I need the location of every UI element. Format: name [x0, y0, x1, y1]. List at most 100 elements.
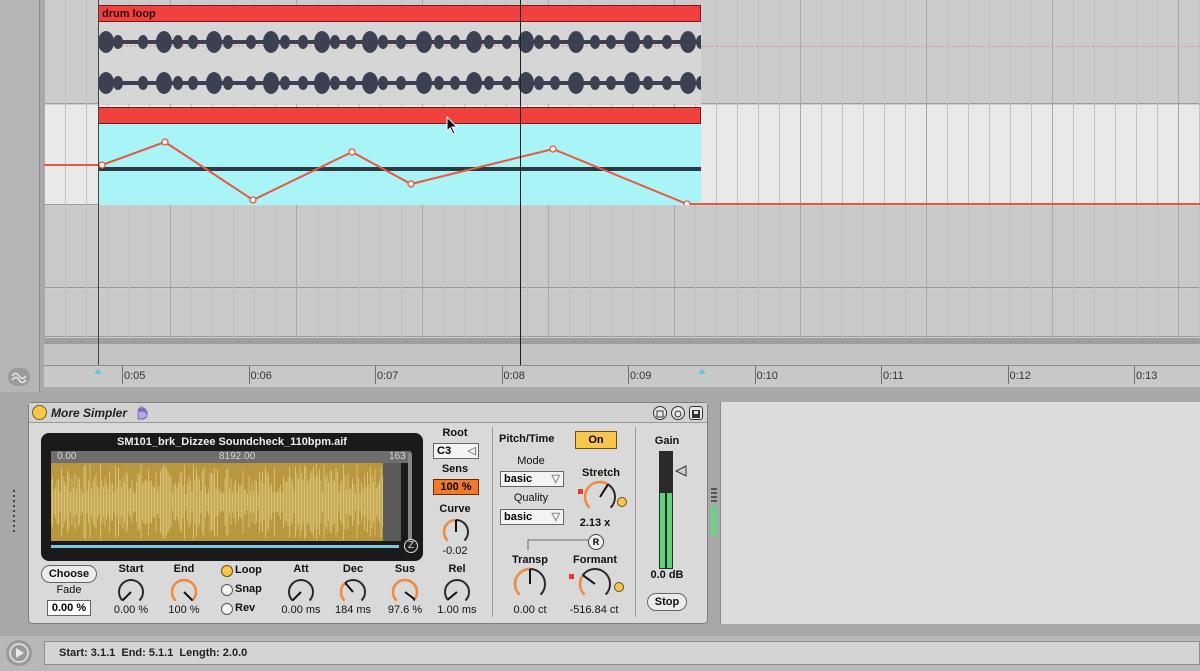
- formant-value: -516.84 ct: [569, 604, 619, 616]
- timeline-tick-label: 0:05: [124, 370, 146, 382]
- device-chain-empty-area[interactable]: [720, 402, 1200, 624]
- gain-meter[interactable]: [659, 451, 673, 569]
- timeline-tick-label: 0:11: [883, 370, 904, 382]
- clip-waveform: [98, 31, 701, 94]
- timeline-ruler[interactable]: 0:05 0:06 0:07 0:08 0:09 0:10 0:11 0:12 0:13: [44, 365, 1200, 387]
- stretch-toggle[interactable]: [617, 497, 627, 507]
- sample-display[interactable]: SM101_brk_Dizzee Soundcheck_110bpm.aif 0…: [41, 433, 423, 561]
- stretch-knob[interactable]: [582, 479, 618, 515]
- ruler-mid: 8192.00: [219, 451, 256, 462]
- loop-end-flag-icon: [698, 368, 706, 374]
- sens-value[interactable]: 100 %: [433, 479, 479, 495]
- automation-envelope[interactable]: [44, 105, 1200, 205]
- section-divider: [635, 427, 636, 617]
- end-knob[interactable]: [169, 577, 199, 607]
- device-hotswap-icon[interactable]: [671, 406, 685, 420]
- sample-waveform[interactable]: [50, 463, 383, 541]
- quality-select[interactable]: basic ▽: [500, 509, 564, 525]
- timeline-tick-label: 0:12: [1009, 370, 1031, 382]
- loop-start-marker: [98, 0, 99, 365]
- timeline-tick-label: 0:09: [630, 370, 652, 382]
- gain-meter-right: [667, 493, 672, 568]
- pitchtime-label: Pitch/Time: [499, 433, 555, 445]
- hand-icon: [137, 405, 148, 420]
- rel-knob[interactable]: [442, 577, 472, 607]
- curve-knob[interactable]: [441, 517, 471, 547]
- timeline-tick: [375, 366, 376, 384]
- gain-slider-handle-icon[interactable]: [675, 465, 687, 477]
- stretch-value: 2.13 x: [579, 517, 611, 529]
- snap-radio[interactable]: [221, 584, 233, 596]
- sus-value: 97.6 %: [387, 604, 423, 616]
- empty-track-lane[interactable]: [44, 206, 1200, 288]
- track-area[interactable]: drum loop: [44, 0, 1200, 365]
- timeline-tick: [1007, 366, 1009, 384]
- loop-start-flag-icon: [94, 368, 102, 374]
- fade-field[interactable]: 0.00 %: [47, 600, 91, 616]
- mode-select[interactable]: basic ▽: [500, 471, 564, 487]
- end-value: 100 %: [168, 604, 200, 616]
- rev-label: Rev: [235, 602, 256, 614]
- att-value: 0.00 ms: [281, 604, 321, 616]
- mode-label: Mode: [517, 455, 545, 467]
- audio-clip-body[interactable]: [98, 22, 701, 104]
- clip-name: drum loop: [102, 8, 156, 20]
- play-status-icon[interactable]: [6, 640, 32, 666]
- device-view: More Simpler SM101_brk_Dizzee Soundcheck…: [0, 392, 1200, 636]
- curve-label: Curve: [439, 503, 471, 515]
- device-drag-handle[interactable]: [12, 490, 18, 538]
- left-strip: [0, 0, 40, 392]
- timeline-tick: [628, 366, 629, 384]
- stretch-label: Stretch: [582, 467, 620, 479]
- loop-label: Loop: [235, 564, 262, 576]
- formant-knob[interactable]: [577, 566, 613, 602]
- transp-value: 0.00 ct: [513, 604, 547, 616]
- timeline-tick-label: 0:07: [377, 370, 399, 382]
- timeline-tick: [754, 366, 756, 384]
- simpler-device: More Simpler SM101_brk_Dizzee Soundcheck…: [28, 402, 708, 624]
- start-knob[interactable]: [116, 577, 146, 607]
- wave-ruler: 0.00 8192.00 163: [51, 451, 411, 463]
- att-knob[interactable]: [286, 577, 316, 607]
- formant-toggle[interactable]: [614, 582, 624, 592]
- empty-track-lane[interactable]: [44, 289, 1200, 337]
- device-title-bar[interactable]: More Simpler: [29, 403, 707, 423]
- transp-label: Transp: [511, 554, 549, 566]
- sample-tail: [383, 463, 401, 541]
- playhead: [520, 0, 521, 365]
- chevron-down-icon: ▽: [551, 511, 560, 523]
- stop-button[interactable]: Stop: [647, 593, 687, 611]
- timeline-tick: [1134, 366, 1135, 384]
- device-chain-handle[interactable]: [711, 488, 717, 538]
- zoom-slider[interactable]: [408, 453, 412, 545]
- start-label: Start: [118, 563, 144, 575]
- device-power-button[interactable]: [32, 405, 47, 420]
- device-save-icon[interactable]: [689, 406, 703, 420]
- transp-knob[interactable]: [512, 566, 548, 602]
- arrangement-view: drum loop 0:05 0:06 0:07 0:08 0:09 0:10 …: [0, 0, 1200, 392]
- fade-label: Fade: [56, 584, 82, 596]
- rev-radio[interactable]: [221, 603, 233, 615]
- r-button[interactable]: R: [588, 534, 604, 550]
- wave-toggle-icon[interactable]: [8, 368, 30, 386]
- timeline-tick-label: 0:08: [503, 370, 525, 382]
- master-lane: [44, 344, 1200, 365]
- timeline-tick: [248, 366, 250, 384]
- sus-knob[interactable]: [390, 577, 420, 607]
- zoom-icon[interactable]: Z: [404, 539, 418, 553]
- loop-radio[interactable]: [221, 565, 233, 577]
- sample-scrollbar[interactable]: [51, 545, 399, 548]
- quality-value: basic: [504, 511, 533, 523]
- device-fold-icon[interactable]: [653, 406, 667, 420]
- root-value: C3: [437, 445, 452, 457]
- rel-label: Rel: [448, 563, 466, 575]
- curve-value: -0.02: [442, 545, 468, 557]
- pitchtime-on-button[interactable]: On: [575, 431, 617, 449]
- dec-knob[interactable]: [338, 577, 368, 607]
- timeline-tick-label: 0:10: [756, 370, 778, 382]
- root-select[interactable]: C3 ◁: [433, 443, 479, 459]
- audio-clip-header[interactable]: drum loop: [98, 5, 701, 22]
- choose-button[interactable]: Choose: [41, 565, 97, 583]
- quality-label: Quality: [513, 492, 549, 504]
- timeline-tick: [501, 366, 503, 384]
